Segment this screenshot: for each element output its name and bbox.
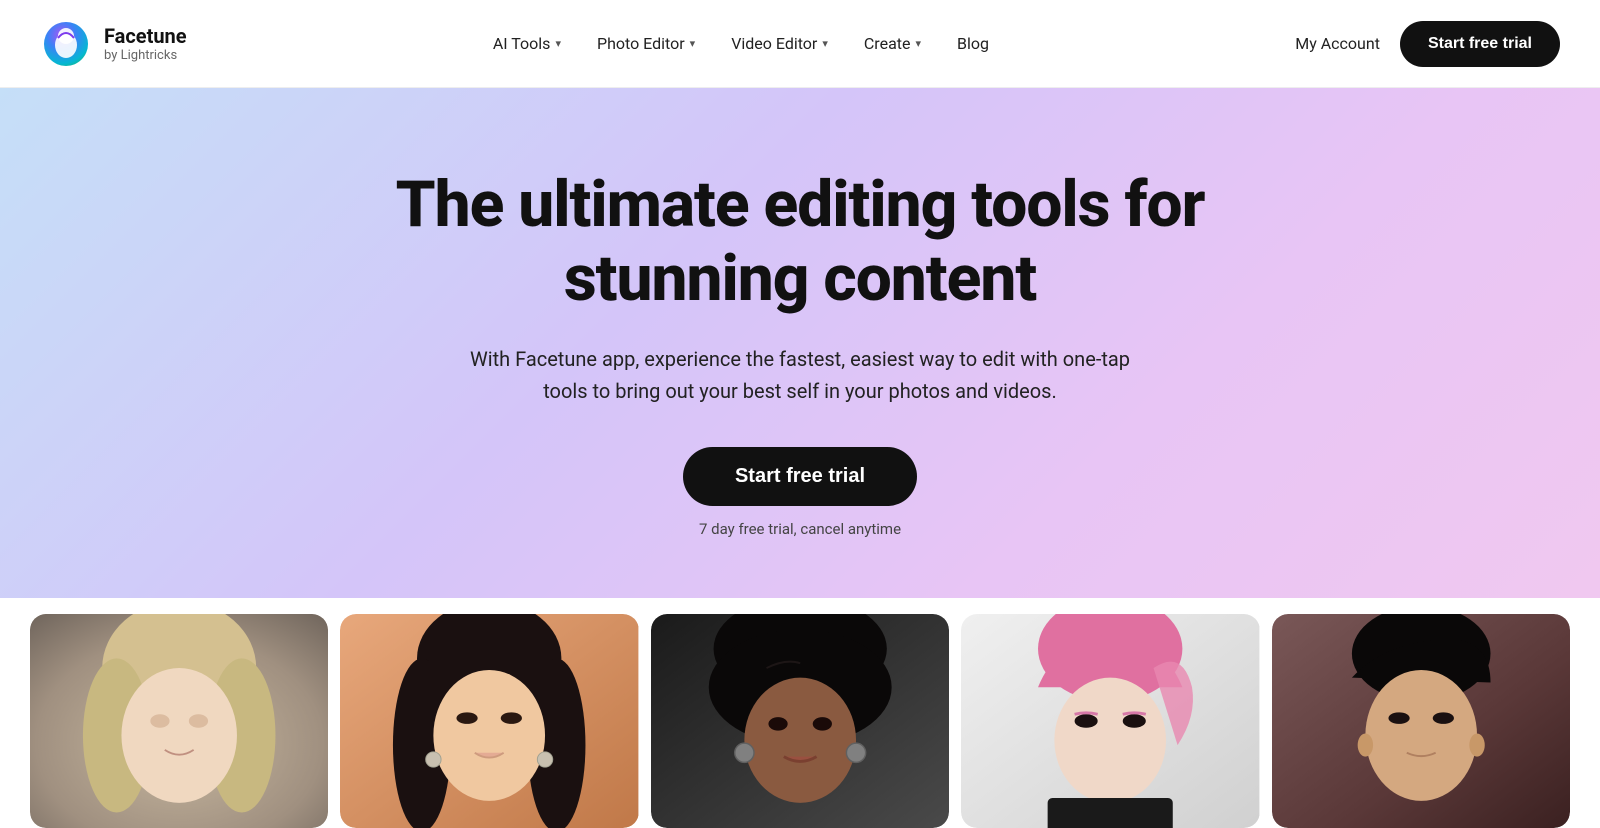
logo-text: Facetune by Lightricks xyxy=(104,24,187,63)
hero-cta-button[interactable]: Start free trial xyxy=(683,447,917,506)
navbar: Facetune by Lightricks AI Tools ▾ Photo … xyxy=(0,0,1600,88)
gallery-card-2 xyxy=(340,614,638,828)
hero-title: The ultimate editing tools for stunning … xyxy=(390,168,1210,315)
navbar-right: My Account Start free trial xyxy=(1295,21,1560,67)
photo-blonde-woman xyxy=(30,614,328,828)
nav-cta-button[interactable]: Start free trial xyxy=(1400,21,1560,67)
logo-area: Facetune by Lightricks xyxy=(40,18,187,70)
gallery-card-3 xyxy=(651,614,949,828)
brand-tagline: by Lightricks xyxy=(104,48,187,63)
nav-photo-editor[interactable]: Photo Editor ▾ xyxy=(581,26,711,61)
nav-ai-tools[interactable]: AI Tools ▾ xyxy=(477,26,577,61)
nav-video-editor[interactable]: Video Editor ▾ xyxy=(715,26,844,61)
nav-ai-tools-label: AI Tools xyxy=(493,34,551,53)
video-editor-chevron-icon: ▾ xyxy=(822,37,828,50)
logo-icon[interactable] xyxy=(40,18,92,70)
hero-section: The ultimate editing tools for stunning … xyxy=(0,88,1600,598)
gallery-card-4 xyxy=(961,614,1259,828)
photo-asian-woman xyxy=(340,614,638,828)
photo-pink-hair xyxy=(961,614,1259,828)
nav-blog[interactable]: Blog xyxy=(941,26,1005,61)
create-chevron-icon: ▾ xyxy=(915,37,921,50)
main-nav: AI Tools ▾ Photo Editor ▾ Video Editor ▾… xyxy=(477,26,1005,61)
hero-subtitle: With Facetune app, experience the fastes… xyxy=(460,343,1140,407)
ai-tools-chevron-icon: ▾ xyxy=(555,37,561,50)
hero-trial-note: 7 day free trial, cancel anytime xyxy=(699,520,901,538)
photo-black-woman xyxy=(651,614,949,828)
nav-photo-editor-label: Photo Editor xyxy=(597,34,685,53)
nav-video-editor-label: Video Editor xyxy=(731,34,817,53)
nav-create[interactable]: Create ▾ xyxy=(848,26,937,61)
nav-blog-label: Blog xyxy=(957,34,989,53)
nav-create-label: Create xyxy=(864,34,911,53)
photo-asian-man xyxy=(1272,614,1570,828)
nav-account[interactable]: My Account xyxy=(1295,34,1380,53)
brand-name: Facetune xyxy=(104,24,187,48)
gallery-card-1 xyxy=(30,614,328,828)
photo-gallery xyxy=(0,598,1600,828)
gallery-card-5 xyxy=(1272,614,1570,828)
photo-editor-chevron-icon: ▾ xyxy=(690,37,696,50)
